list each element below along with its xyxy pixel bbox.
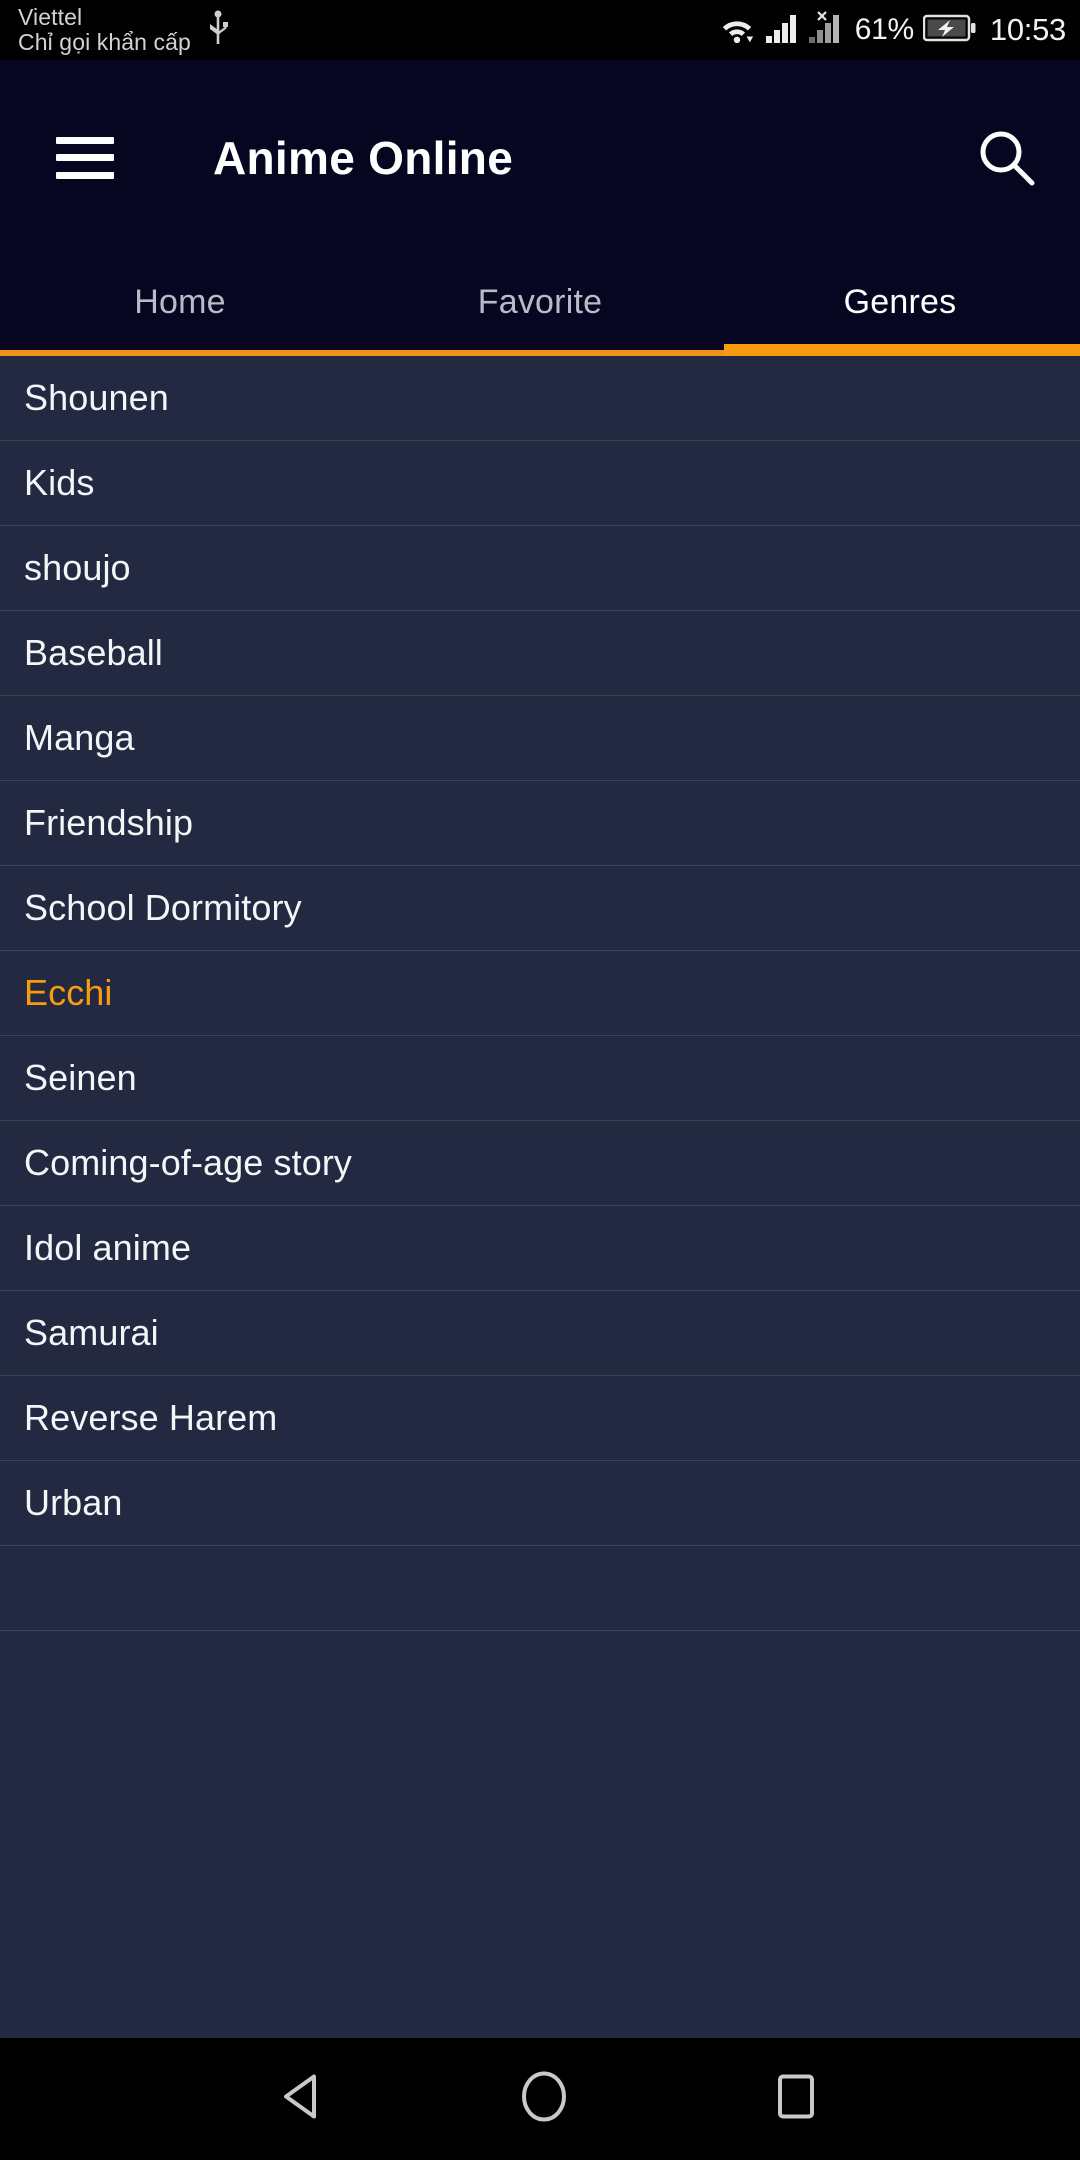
- battery-charging-icon: [922, 13, 977, 48]
- carrier-info: Viettel Chỉ gọi khẩn cấp: [18, 5, 191, 55]
- status-bar-right: 61% 10:53: [718, 10, 1066, 50]
- carrier-name: Viettel: [18, 4, 83, 31]
- genre-label: Reverse Harem: [24, 1397, 278, 1438]
- list-item[interactable]: Baseball: [0, 611, 1080, 696]
- list-item[interactable]: Urban: [0, 1461, 1080, 1546]
- list-item[interactable]: Manga: [0, 696, 1080, 781]
- wifi-icon: [718, 11, 756, 50]
- list-item[interactable]: Samurai: [0, 1291, 1080, 1376]
- hamburger-bar-3: [56, 171, 114, 179]
- usb-icon: [205, 10, 231, 53]
- app-title: Anime Online: [213, 131, 514, 184]
- search-icon[interactable]: [976, 127, 1038, 189]
- tab-favorite-label: Favorite: [477, 283, 603, 321]
- recents-square-icon[interactable]: [770, 2069, 822, 2130]
- home-circle-icon[interactable]: [516, 2069, 572, 2130]
- tab-home[interactable]: Home: [0, 255, 360, 350]
- genre-label: Manga: [24, 717, 135, 758]
- genre-label: Coming-of-age story: [24, 1142, 353, 1183]
- carrier-status-text: Chỉ gọi khẩn cấp: [18, 29, 191, 55]
- tab-favorite[interactable]: Favorite: [360, 255, 720, 350]
- genre-label: shoujo: [24, 547, 131, 588]
- android-navigation-bar: [0, 2038, 1080, 2160]
- status-bar-left: Viettel Chỉ gọi khẩn cấp: [18, 5, 231, 55]
- genre-label: Samurai: [24, 1312, 159, 1353]
- list-item[interactable]: Idol anime: [0, 1206, 1080, 1291]
- list-item[interactable]: Kids: [0, 441, 1080, 526]
- tab-genres[interactable]: Genres: [720, 255, 1080, 350]
- hamburger-bar-1: [56, 136, 114, 144]
- list-item-partial[interactable]: [0, 1546, 1080, 1631]
- genre-label: Idol anime: [24, 1227, 192, 1268]
- genre-label: School Dormitory: [24, 887, 302, 928]
- genre-label: Seinen: [24, 1057, 137, 1098]
- signal-bars-icon: [765, 12, 799, 49]
- list-item[interactable]: Friendship: [0, 781, 1080, 866]
- genre-label: Shounen: [24, 377, 169, 418]
- clock-label: 10:53: [989, 12, 1066, 47]
- genre-label: Baseball: [24, 632, 163, 673]
- tab-home-label: Home: [134, 283, 226, 321]
- phone-screen: Viettel Chỉ gọi khẩn cấp 61% 10:53 Anime…: [0, 0, 1080, 2160]
- genre-label: Friendship: [24, 802, 194, 843]
- back-triangle-icon[interactable]: [276, 2069, 332, 2130]
- status-bar: Viettel Chỉ gọi khẩn cấp 61% 10:53: [0, 0, 1080, 60]
- list-item[interactable]: School Dormitory: [0, 866, 1080, 951]
- list-item[interactable]: Seinen: [0, 1036, 1080, 1121]
- genre-list[interactable]: Shounen Kids shoujo Baseball Manga Frien…: [0, 356, 1080, 2038]
- hamburger-bar-2: [56, 154, 114, 161]
- list-item[interactable]: Shounen: [0, 356, 1080, 441]
- battery-percent-label: 61%: [854, 13, 914, 46]
- list-item-selected[interactable]: Ecchi: [0, 951, 1080, 1036]
- list-item[interactable]: shoujo: [0, 526, 1080, 611]
- list-item[interactable]: Reverse Harem: [0, 1376, 1080, 1461]
- tab-bar: Home Favorite Genres: [0, 255, 1080, 350]
- genre-label: Urban: [24, 1482, 123, 1523]
- genre-label: Kids: [24, 462, 95, 503]
- tab-active-indicator: [724, 344, 1080, 356]
- genre-label: Ecchi: [24, 972, 113, 1013]
- hamburger-menu-icon[interactable]: [56, 136, 114, 179]
- tab-genres-label: Genres: [843, 283, 957, 321]
- list-item[interactable]: Coming-of-age story: [0, 1121, 1080, 1206]
- signal-no-sim-icon: [808, 10, 846, 50]
- app-bar: Anime Online: [0, 60, 1080, 255]
